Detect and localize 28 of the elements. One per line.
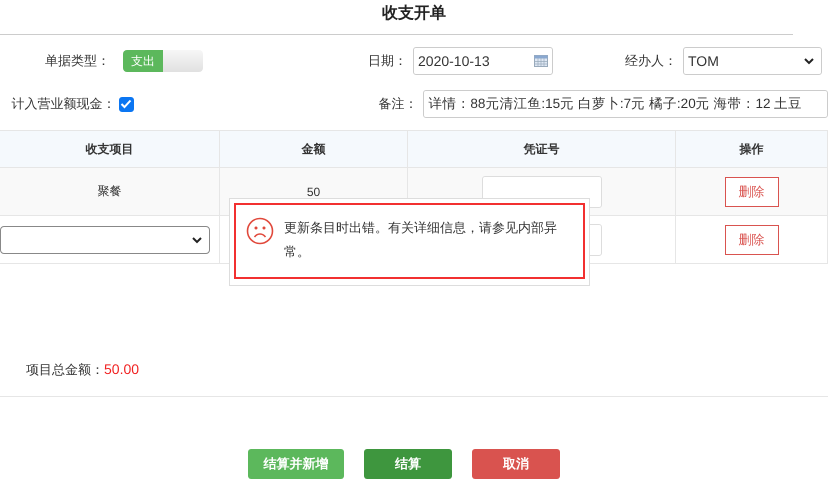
total-value: 50.00 xyxy=(104,361,140,377)
type-toggle[interactable]: 支出 xyxy=(123,50,203,72)
column-header: 收支项目 xyxy=(0,131,220,167)
column-header: 凭证号 xyxy=(408,131,676,167)
chevron-down-icon xyxy=(803,57,815,65)
dialog-title: 收支开单 xyxy=(381,4,447,24)
action-button[interactable]: 结算 xyxy=(364,449,452,479)
total-label: 项目总金额： xyxy=(26,362,104,377)
error-message: 更新条目时出错。有关详细信息，请参见内部异常。 xyxy=(284,219,558,261)
table-cell: 聚餐 xyxy=(0,168,220,215)
column-header: 操作 xyxy=(676,131,828,167)
field-label: 备注： xyxy=(377,95,418,113)
cash-checkbox[interactable] xyxy=(118,96,134,112)
delete-button[interactable]: 删除 xyxy=(724,224,778,254)
chevron-down-icon xyxy=(191,236,203,244)
field-label: 单据类型： xyxy=(44,52,110,70)
sad-face-icon xyxy=(246,217,274,245)
date-field[interactable]: 2020-10-13 xyxy=(413,47,553,75)
delete-button[interactable]: 删除 xyxy=(724,176,778,206)
handler-select[interactable]: TOM xyxy=(683,47,822,75)
field-label: 经办人： xyxy=(624,52,677,70)
field-label: 计入营业额现金： xyxy=(10,95,116,113)
note-field[interactable]: 详情：88元清江鱼:15元 白萝卜:7元 橘子:20元 海带：12 土豆 xyxy=(423,90,828,118)
action-button[interactable]: 取消 xyxy=(472,449,560,479)
item-select[interactable] xyxy=(0,226,210,254)
column-header: 金额 xyxy=(220,131,408,167)
action-button[interactable]: 结算并新增 xyxy=(248,449,344,479)
field-label: 日期： xyxy=(367,52,407,70)
